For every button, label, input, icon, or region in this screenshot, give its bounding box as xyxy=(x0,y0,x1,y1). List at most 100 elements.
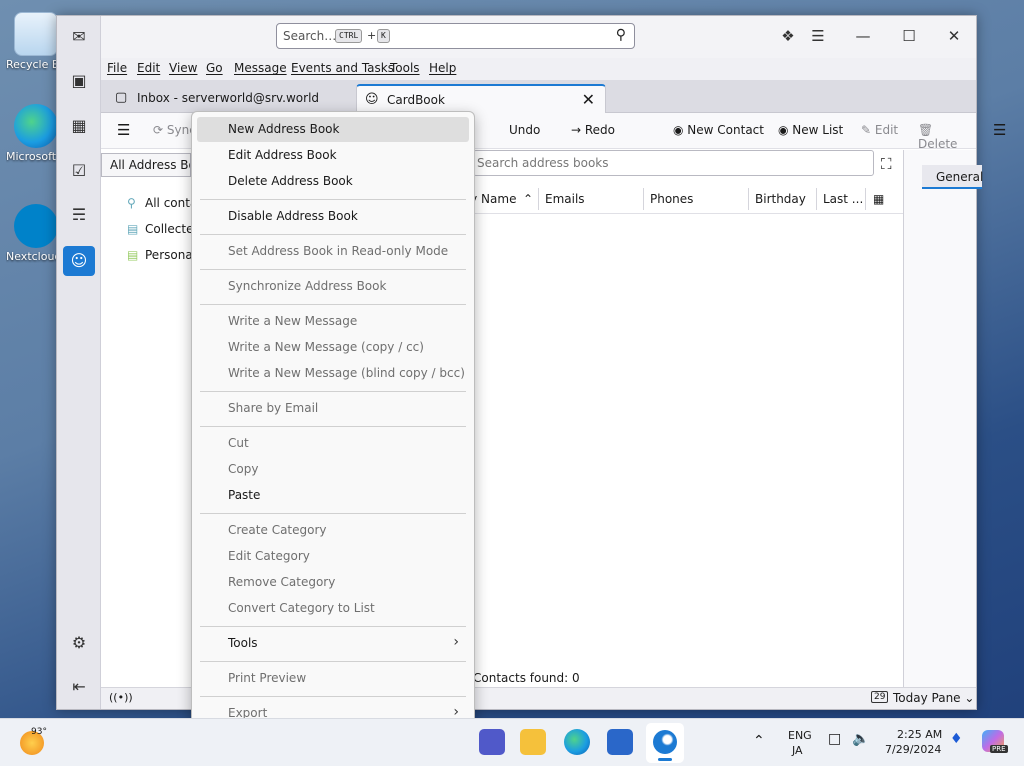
menu-item-synchronize-address-book[interactable]: Synchronize Address Book xyxy=(197,274,469,299)
contact-search-input[interactable]: Search address books xyxy=(473,150,874,176)
teams-icon[interactable] xyxy=(479,729,505,755)
column-phones[interactable]: Phones xyxy=(650,192,693,206)
column-divider xyxy=(865,188,866,210)
recycle-bin-icon xyxy=(14,12,58,56)
fullscreen-icon[interactable]: ⛶ xyxy=(881,155,892,173)
menu-item-cut[interactable]: Cut xyxy=(197,431,469,456)
new-list-button[interactable]: ◉ New List xyxy=(778,123,843,137)
menu-item-delete-address-book[interactable]: Delete Address Book xyxy=(197,169,469,194)
menu-separator xyxy=(200,696,466,697)
calendar-icon[interactable]: ▦ xyxy=(63,111,95,141)
menu-edit[interactable]: Edit xyxy=(137,61,160,75)
mail-icon[interactable]: ✉ xyxy=(63,22,95,52)
tasks-icon[interactable]: ☑ xyxy=(63,156,95,186)
tab-cardbook[interactable]: ☺ CardBook ✕ xyxy=(356,84,606,113)
undo-label: Undo xyxy=(509,123,541,137)
clock-date[interactable]: 7/29/2024 xyxy=(885,743,941,756)
minimize-button[interactable]: — xyxy=(850,24,876,48)
column-birthday[interactable]: Birthday xyxy=(755,192,806,206)
overflow-menu-icon[interactable]: ☰ xyxy=(993,121,1006,139)
desktop-icon-label: Recycle Bin xyxy=(6,58,56,71)
redo-label: Redo xyxy=(584,123,616,137)
global-search-input[interactable]: Search… CTRL + K ⚲ xyxy=(276,23,635,49)
menu-item-new-address-book[interactable]: New Address Book xyxy=(197,117,469,142)
weather-temperature: 93° xyxy=(31,727,47,737)
column-picker-icon[interactable]: ▦ xyxy=(873,192,884,206)
menu-tools[interactable]: Tools xyxy=(390,61,420,75)
app-menu-icon[interactable]: ☰ xyxy=(805,24,831,48)
menu-events-and-tasks[interactable]: Events and Tasks xyxy=(291,61,394,75)
delete-button[interactable]: 🗑 Delete xyxy=(918,123,976,151)
menu-item-paste[interactable]: Paste xyxy=(197,483,469,508)
online-status-icon[interactable]: ((•)) xyxy=(109,691,133,704)
language-top[interactable]: ENG xyxy=(788,729,812,742)
windows-taskbar: 93° ⌃ ENG JA □ 🔈 2:25 AM 7/29/2024 ♦ PRE xyxy=(0,718,1024,766)
menu-item-convert-category-to-list[interactable]: Convert Category to List xyxy=(197,596,469,621)
menu-item-label: Write a New Message xyxy=(228,314,358,328)
new-contact-label: New Contact xyxy=(687,123,764,137)
show-hidden-icons-chevron-icon[interactable]: ⌃ xyxy=(753,733,765,749)
menu-item-set-address-book-in-read-only-mode[interactable]: Set Address Book in Read-only Mode xyxy=(197,239,469,264)
menu-item-copy[interactable]: Copy xyxy=(197,457,469,482)
close-tab-icon[interactable]: ✕ xyxy=(582,90,595,109)
today-pane-toggle[interactable]: Today Pane ⌄ xyxy=(893,691,974,705)
addons-puzzle-icon[interactable]: ❖ xyxy=(775,24,801,48)
address-book-selector[interactable]: All Address Books xyxy=(101,153,191,177)
new-list-label: New List xyxy=(792,123,844,137)
menu-help[interactable]: Help xyxy=(429,61,456,75)
volume-icon[interactable]: 🔈 xyxy=(852,731,869,747)
sync-button[interactable]: ⟳ Sync xyxy=(153,123,196,137)
microsoft-store-icon[interactable] xyxy=(607,729,633,755)
menu-bar: File Edit View Go Message Events and Tas… xyxy=(101,58,976,80)
column-emails[interactable]: Emails xyxy=(545,192,585,206)
menu-item-label: Cut xyxy=(228,436,249,450)
menu-view[interactable]: View xyxy=(169,61,197,75)
menu-message[interactable]: Message xyxy=(234,61,287,75)
menu-item-write-a-new-message-blind-copy-bcc[interactable]: Write a New Message (blind copy / bcc) xyxy=(197,361,469,386)
search-icon: ⚲ xyxy=(127,196,136,210)
cardbook-menu-icon[interactable]: ☰ xyxy=(117,121,130,139)
maximize-button[interactable]: ☐ xyxy=(896,24,922,48)
menu-item-edit-category[interactable]: Edit Category xyxy=(197,544,469,569)
clock-time[interactable]: 2:25 AM xyxy=(897,728,942,741)
menu-item-remove-category[interactable]: Remove Category xyxy=(197,570,469,595)
tab-inbox[interactable]: ▢ Inbox - serverworld@srv.world xyxy=(107,84,357,113)
tab-general[interactable]: General xyxy=(922,165,983,189)
menu-item-label: Synchronize Address Book xyxy=(228,279,387,293)
column-last[interactable]: Last ... xyxy=(823,192,863,206)
undo-button[interactable]: Undo xyxy=(509,123,540,137)
column-divider xyxy=(538,188,539,210)
edge-taskbar-icon[interactable] xyxy=(564,729,590,755)
menu-item-disable-address-book[interactable]: Disable Address Book xyxy=(197,204,469,229)
menu-go[interactable]: Go xyxy=(206,61,223,75)
notification-bell-icon[interactable]: ♦ xyxy=(950,731,963,747)
menu-file[interactable]: File xyxy=(107,61,127,75)
menu-item-write-a-new-message[interactable]: Write a New Message xyxy=(197,309,469,334)
contact-details-pane: General xyxy=(903,150,983,691)
menu-item-label: Copy xyxy=(228,462,259,476)
menu-item-edit-address-book[interactable]: Edit Address Book xyxy=(197,143,469,168)
thunderbird-taskbar-button[interactable] xyxy=(646,723,684,763)
menu-item-write-a-new-message-copy-cc[interactable]: Write a New Message (copy / cc) xyxy=(197,335,469,360)
shortcut-k-key: K xyxy=(377,29,390,43)
edit-button[interactable]: ✎ Edit xyxy=(861,123,898,137)
settings-gear-icon[interactable]: ⚙ xyxy=(63,628,95,658)
close-window-button[interactable]: ✕ xyxy=(941,24,967,48)
shortcut-ctrl-key: CTRL xyxy=(335,29,363,43)
menu-item-print-preview[interactable]: Print Preview xyxy=(197,666,469,691)
network-icon[interactable]: □ xyxy=(828,731,841,747)
new-contact-button[interactable]: ◉ New Contact xyxy=(673,123,764,137)
file-explorer-icon[interactable] xyxy=(520,729,546,755)
chat-icon[interactable]: ☴ xyxy=(63,200,95,230)
menu-item-label: Set Address Book in Read-only Mode xyxy=(228,244,449,258)
address-book-icon[interactable]: ▣ xyxy=(63,66,95,96)
collapse-spaces-icon[interactable]: ⇤ xyxy=(63,672,95,702)
menu-item-share-by-email[interactable]: Share by Email xyxy=(197,396,469,421)
menu-separator xyxy=(200,304,466,305)
redo-button[interactable]: → Redo xyxy=(571,123,615,137)
title-bar: Search… CTRL + K ⚲ ❖ ☰ — ☐ ✕ xyxy=(57,16,976,58)
cardbook-icon[interactable]: ☺ xyxy=(63,246,95,276)
menu-item-tools[interactable]: Tools › xyxy=(197,631,469,656)
menu-item-create-category[interactable]: Create Category xyxy=(197,518,469,543)
language-bottom[interactable]: JA xyxy=(792,744,803,757)
